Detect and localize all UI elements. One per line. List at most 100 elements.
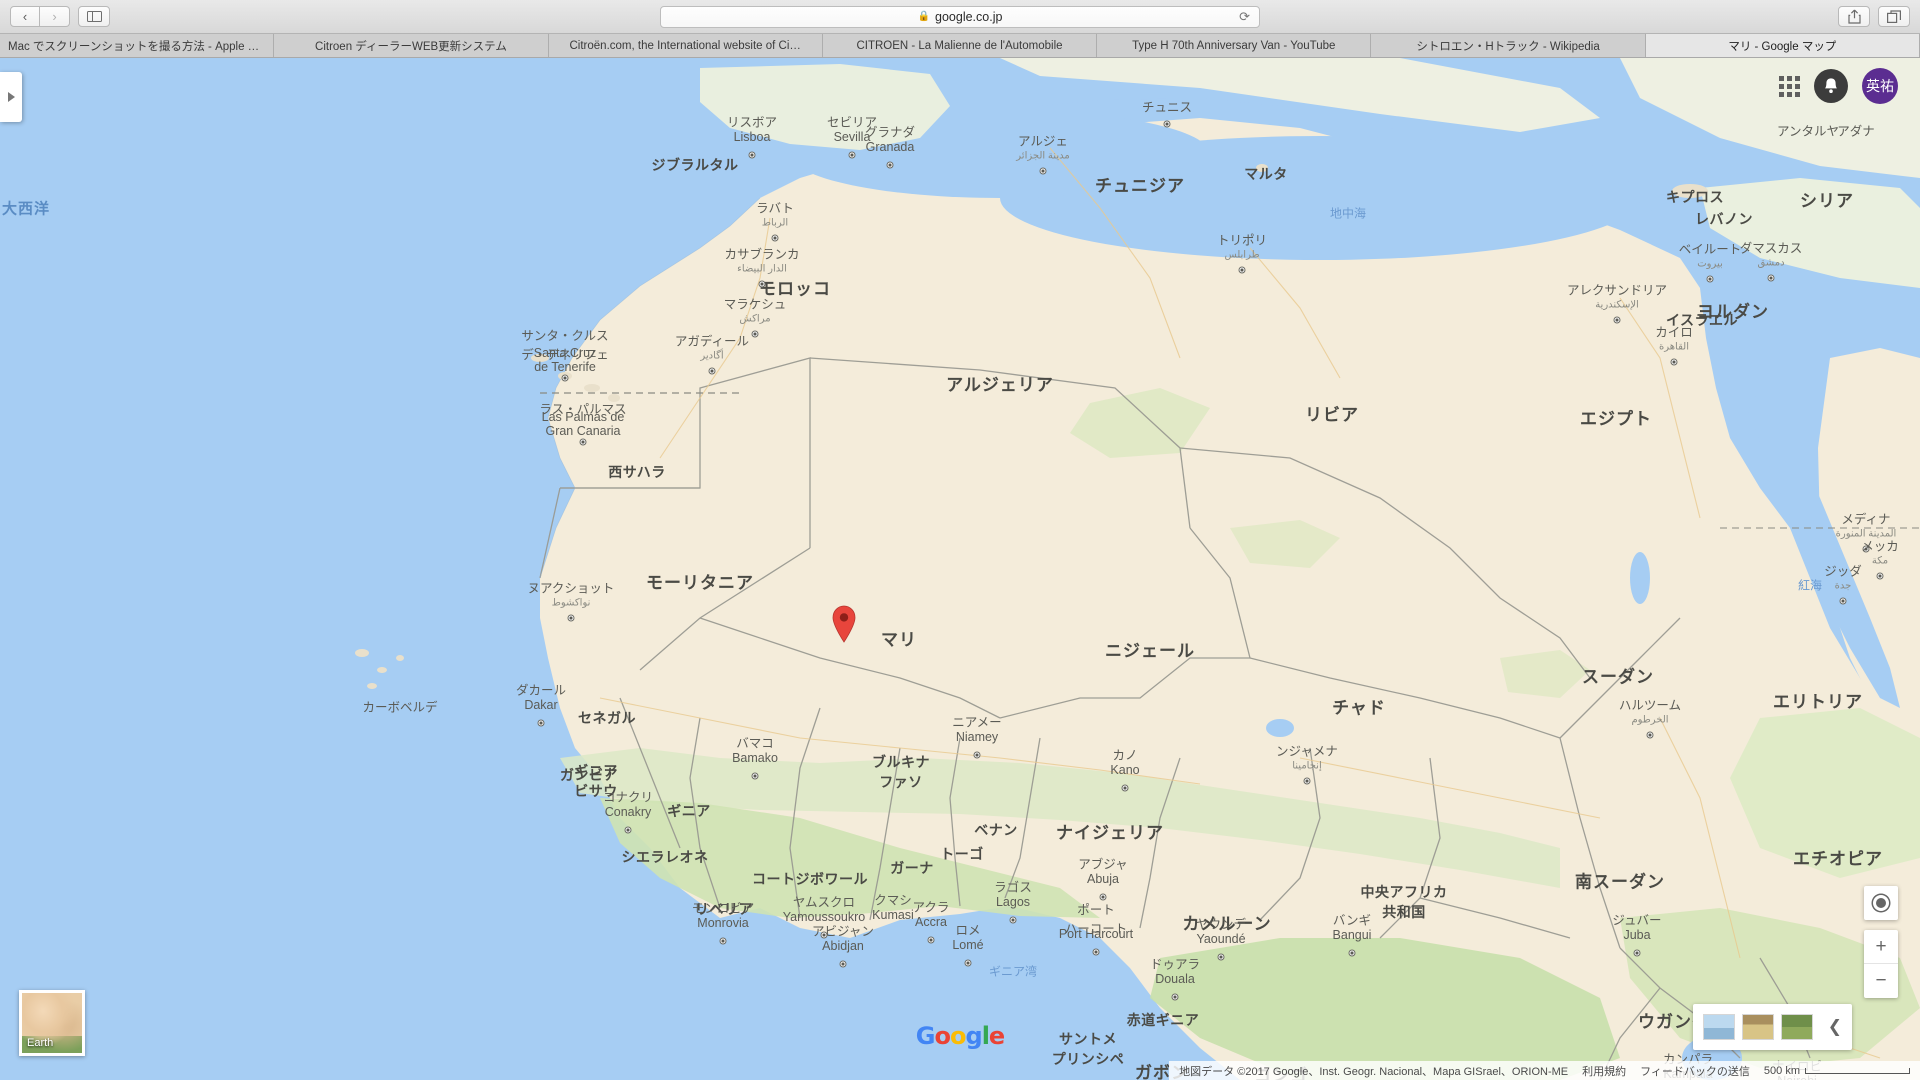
map-city-dot	[624, 826, 632, 834]
browser-tab[interactable]: Mac でスクリーンショットを撮る方法 - Apple サ…	[0, 34, 275, 57]
map-canvas	[0, 58, 1920, 1080]
sidebar-expand-button[interactable]	[0, 72, 22, 122]
zoom-control: + −	[1864, 930, 1898, 998]
browser-tab[interactable]: Type H 70th Anniversary Van - YouTube	[1097, 34, 1372, 57]
map-city-dot	[1706, 275, 1714, 283]
map-marker-mali[interactable]	[831, 605, 857, 643]
url-text: google.co.jp	[935, 9, 1003, 24]
browser-tab-title: マリ - Google マップ	[1728, 40, 1837, 53]
map-city-dot	[1303, 777, 1311, 785]
tab-bar: Mac でスクリーンショットを撮る方法 - Apple サ… Citroen ディ…	[0, 34, 1920, 58]
map-city-dot	[848, 151, 856, 159]
map-city-dot	[964, 959, 972, 967]
map-city-dot	[973, 751, 981, 759]
imagery-thumb-3[interactable]	[1780, 1014, 1813, 1040]
google-watermark: Google	[915, 1022, 1005, 1050]
map-city-dot	[1348, 949, 1356, 957]
back-button[interactable]: ‹	[10, 6, 40, 27]
browser-tab[interactable]: マリ - Google マップ	[1645, 34, 1920, 57]
share-icon	[1847, 9, 1861, 24]
map-city-dot	[1099, 893, 1107, 901]
google-apps-icon[interactable]	[1779, 75, 1800, 97]
map-city-dot	[1171, 993, 1179, 1001]
google-watermark-letter: o	[934, 1022, 951, 1050]
map-city-dot	[1009, 916, 1017, 924]
map-city-dot	[1670, 358, 1678, 366]
browser-tab-title: Mac でスクリーンショットを撮る方法 - Apple サ…	[8, 40, 266, 53]
map-city-dot	[1163, 120, 1171, 128]
google-watermark-letter: o	[950, 1022, 966, 1050]
imagery-strip: ❮	[1692, 1004, 1852, 1050]
nav-buttons: ‹ ›	[10, 6, 70, 27]
lock-icon: 🔒	[917, 11, 931, 22]
account-avatar[interactable]: 英祐	[1862, 68, 1898, 104]
google-watermark-letter: G	[915, 1022, 936, 1050]
feedback-link[interactable]: フィードバックの送信	[1640, 1063, 1750, 1079]
browser-tab-title: Type H 70th Anniversary Van - YouTube	[1132, 39, 1336, 52]
map-city-dot	[1862, 545, 1870, 553]
map-city-dot	[719, 937, 727, 945]
browser-toolbar: ‹ › 🔒 google.co.jp ⟳	[0, 0, 1920, 34]
google-watermark-letter: g	[965, 1022, 983, 1050]
map-attribution-bar: 地図データ ©2017 Google、Inst. Geogr. Nacional…	[1169, 1061, 1920, 1080]
map-city-dot	[820, 931, 828, 939]
map-city-dot	[1876, 572, 1884, 580]
map-city-dot	[1217, 953, 1225, 961]
map-city-dot	[748, 151, 756, 159]
terms-link[interactable]: 利用規約	[1582, 1063, 1626, 1079]
browser-chrome: ‹ › 🔒 google.co.jp ⟳ Mac でスクリーンショットを撮る方法…	[0, 0, 1920, 58]
map-city-dot	[1646, 731, 1654, 739]
tabs-overview-icon	[1887, 9, 1901, 23]
browser-tab-title: Citroën.com, the International website o…	[569, 39, 801, 52]
zoom-in-button[interactable]: +	[1864, 930, 1898, 964]
bell-icon	[1825, 78, 1837, 93]
map-viewport[interactable]: 大西洋 地中海 紅海 ギニア湾 アルジェリア リビア エジプト モーリタニア ニジェール チャドス…	[0, 58, 1920, 1080]
earth-card-caption: Earth	[27, 1037, 54, 1049]
map-city-dot	[751, 330, 759, 338]
scale-bar: 500 km	[1764, 1065, 1910, 1077]
map-city-dot	[1238, 266, 1246, 274]
chevron-right-icon	[7, 92, 15, 102]
browser-tab-title: Citroen ディーラーWEB更新システム	[315, 40, 507, 53]
notifications-button[interactable]	[1814, 69, 1848, 103]
map-city-dot	[1121, 784, 1129, 792]
map-city-dot	[708, 367, 716, 375]
account-cluster: 英祐	[1779, 68, 1898, 104]
browser-tab-title: シトロエン・Hトラック - Wikipedia	[1416, 40, 1600, 53]
sidebar-toggle-button[interactable]	[78, 6, 110, 27]
browser-tab[interactable]: CITROEN - La Malienne de l'Automobile	[822, 34, 1098, 57]
crosshair-icon	[1876, 898, 1886, 908]
browser-tab[interactable]: Citroen ディーラーWEB更新システム	[274, 34, 549, 57]
imagery-thumb-1[interactable]	[1702, 1014, 1735, 1040]
map-city-dot	[771, 234, 779, 242]
map-city-dot	[561, 374, 569, 382]
map-city-dot	[1613, 316, 1621, 324]
map-city-dot	[1092, 948, 1100, 956]
forward-button[interactable]: ›	[40, 6, 70, 27]
map-city-dot	[579, 438, 587, 446]
my-location-button[interactable]	[1864, 886, 1898, 920]
browser-tab[interactable]: シトロエン・Hトラック - Wikipedia	[1371, 34, 1646, 57]
map-city-dot	[927, 936, 935, 944]
earth-view-card[interactable]: Earth	[19, 990, 85, 1056]
address-bar[interactable]: 🔒 google.co.jp ⟳	[660, 5, 1260, 28]
map-city-dot	[1039, 167, 1047, 175]
scale-line	[1805, 1067, 1910, 1074]
map-city-dot	[1633, 949, 1641, 957]
browser-tab-title: CITROEN - La Malienne de l'Automobile	[856, 39, 1063, 52]
map-city-dot	[1839, 597, 1847, 605]
scale-label: 500 km	[1763, 1064, 1800, 1077]
map-city-dot	[1767, 274, 1775, 282]
locate-control	[1864, 886, 1898, 920]
toolbar-right-buttons	[1838, 6, 1910, 27]
map-city-dot	[567, 614, 575, 622]
zoom-out-button[interactable]: −	[1864, 964, 1898, 998]
imagery-thumb-2[interactable]	[1741, 1014, 1774, 1040]
tab-overview-button[interactable]	[1878, 6, 1910, 27]
reload-icon[interactable]: ⟳	[1239, 9, 1250, 25]
share-button[interactable]	[1838, 6, 1870, 27]
browser-tab[interactable]: Citroën.com, the International website o…	[548, 34, 823, 57]
map-pin-icon	[832, 605, 856, 643]
map-city-dot	[839, 960, 847, 968]
collapse-strip-button[interactable]: ❮	[1828, 1017, 1842, 1037]
